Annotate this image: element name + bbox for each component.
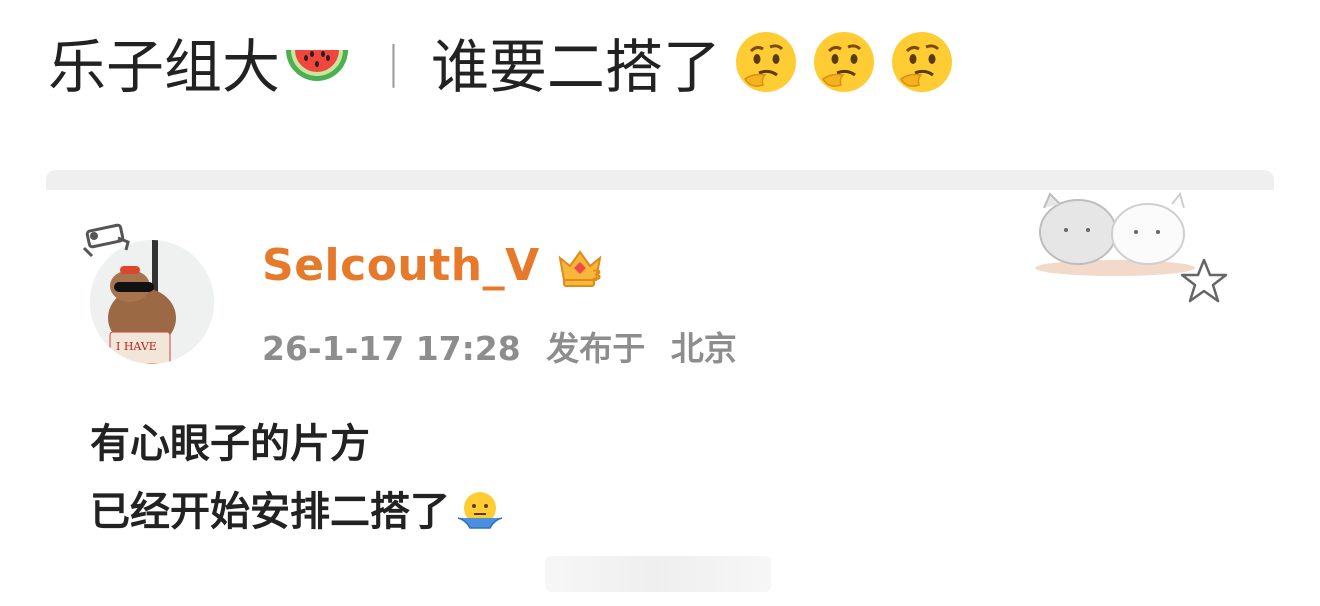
comment-content: 有心眼子的片方 已经开始安排二搭了	[90, 410, 506, 546]
comment-line-text: 有心眼子的片方	[90, 421, 370, 467]
comment-line-text: 已经开始安排二搭了	[90, 489, 450, 535]
location-prefix: 发布于	[546, 329, 646, 368]
thinking-face-icon	[735, 32, 796, 92]
title-separator: |	[386, 36, 401, 88]
comment-username[interactable]: Selcouth_V	[262, 240, 540, 291]
avatar[interactable]: I HAVE	[78, 218, 228, 368]
crown-badge-icon: 3	[558, 250, 602, 287]
title-left: 乐子组大	[48, 33, 281, 101]
comment-line-1: 有心眼子的片方	[90, 410, 506, 478]
watermark	[545, 556, 771, 592]
comment-location: 北京	[670, 329, 737, 368]
comment-meta: 26-1-17 17:28 发布于 北京	[262, 322, 751, 370]
thinking-face-icon	[813, 32, 874, 92]
comment-timestamp: 26-1-17 17:28	[262, 329, 521, 368]
thinking-face-icon	[891, 32, 952, 92]
comment-line-2: 已经开始安排二搭了	[90, 478, 506, 546]
title-right: 谁要二搭了	[430, 33, 721, 101]
shrug-icon	[457, 492, 503, 529]
badge-level: 3	[592, 268, 602, 284]
camera-badge-icon	[82, 223, 130, 258]
svg-text:I HAVE: I HAVE	[116, 340, 157, 353]
cat-sticker-icon	[1035, 191, 1195, 276]
section-divider	[46, 170, 1274, 190]
star-icon[interactable]	[1178, 256, 1230, 306]
post-headline: 乐子组大 | 谁要二搭了	[48, 22, 955, 102]
watermelon-icon	[286, 50, 349, 81]
